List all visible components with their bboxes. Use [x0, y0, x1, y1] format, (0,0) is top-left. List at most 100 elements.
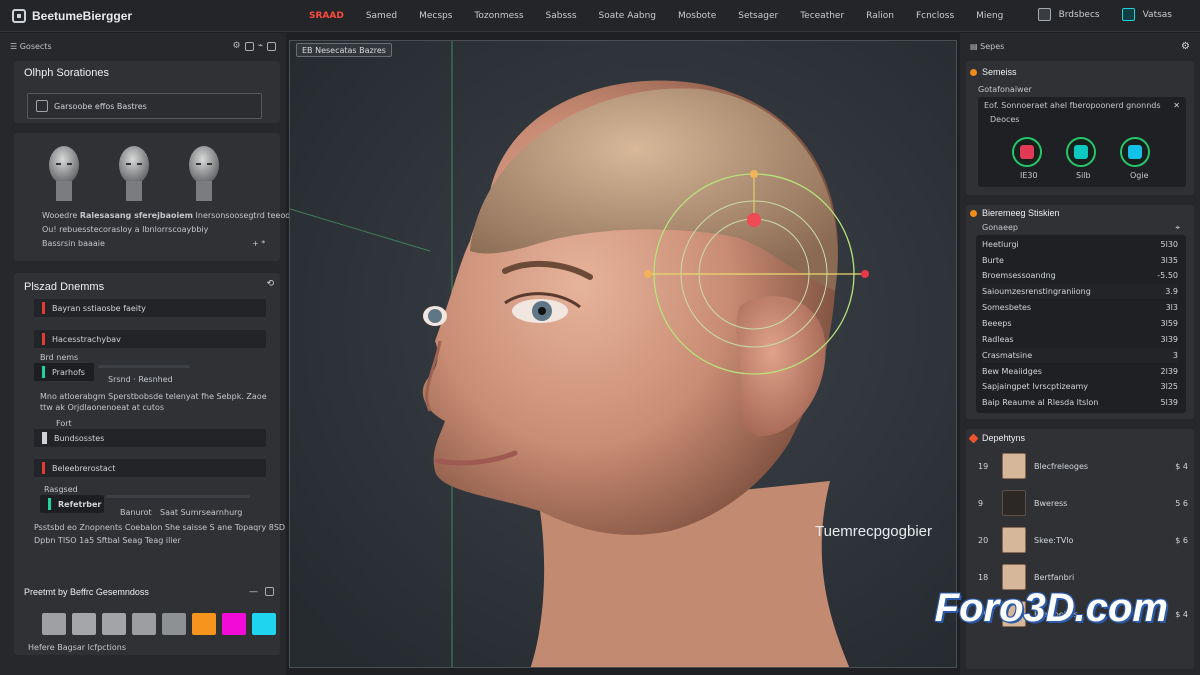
refresh-icon[interactable]: ⟲	[266, 279, 274, 289]
top-bar: BeetumeBiergger SRAAD Samed Mecsps Tozon…	[0, 0, 1200, 32]
menu-item-2[interactable]: Mecsps	[408, 11, 463, 21]
mesh-row[interactable]: 20 Skee:TVlo $ 6	[978, 525, 1188, 555]
source-input[interactable]: Garsoobe effos Bastres	[27, 93, 262, 119]
monitor-icon[interactable]	[1037, 8, 1051, 21]
menu-item-6[interactable]: Mosbote	[667, 11, 727, 21]
material-button-3[interactable]	[1120, 137, 1150, 167]
slider-track-2[interactable]	[106, 495, 250, 498]
menu-item-10[interactable]: Fcncloss	[905, 11, 965, 21]
mesh-row[interactable]: 19 Blecfreleoges $ 4	[978, 451, 1188, 481]
settings-icon[interactable]: ⚙	[1181, 41, 1190, 52]
setting-value: 5l39	[1160, 398, 1179, 407]
head-preset-3[interactable]	[182, 141, 226, 203]
menu-item-4[interactable]: Sabsss	[535, 11, 588, 21]
slider-track-1[interactable]	[98, 365, 190, 368]
setting-value: 3l35	[1160, 256, 1179, 265]
setting-row[interactable]: Somesbetes 3l3	[982, 300, 1178, 315]
swatch-6[interactable]	[192, 613, 216, 635]
viewport-overlay-text: Tuemrecpgogbier	[815, 523, 933, 540]
head-preset-list	[42, 141, 226, 203]
toggle-field-1[interactable]: Prarhofs	[34, 363, 94, 381]
menu-item-3[interactable]: Tozonmess	[463, 11, 534, 21]
setting-row[interactable]: Beeeps 3l59	[982, 316, 1178, 331]
right-panel-header: ▤ Sepes ⚙	[960, 33, 1200, 52]
setting-name: Radleas	[982, 335, 1014, 344]
minimize-icon[interactable]: —	[249, 587, 258, 597]
detail-label-c: Rasgsed	[44, 485, 78, 494]
setting-name: Baip Reaume al Rlesda ltslon	[982, 398, 1099, 407]
pin-icon[interactable]: ⌖	[1175, 223, 1180, 233]
setting-name: Bew Meaiidges	[982, 367, 1042, 376]
detail-item-2[interactable]: Hacesstrachybav	[34, 330, 266, 348]
menu-item-0[interactable]: SRAAD	[298, 11, 355, 21]
swatch-7[interactable]	[222, 613, 246, 635]
menu-item-9[interactable]: Ralion	[855, 11, 905, 21]
mesh-name: Bweress	[1034, 498, 1068, 508]
palette-card: Preetmt by Beffrc Gesemndoss — Hefere Ba…	[14, 579, 280, 655]
3d-viewport[interactable]: EB Nesecatas Bazres Tuemrecpgogbier	[289, 40, 957, 668]
swatch-1[interactable]	[42, 613, 66, 635]
right-panel: ▤ Sepes ⚙ Semeiss Gotafonaiwer Eof. Sonn…	[960, 33, 1200, 675]
material-swatch-icon	[1020, 145, 1034, 159]
mesh-row[interactable]: 9 Bweress 5 6	[978, 488, 1188, 518]
swatch-5[interactable]	[162, 613, 186, 635]
meshes-title-text: Depehtyns	[982, 433, 1026, 443]
detail-item-4[interactable]: Beleebrerostact	[34, 459, 266, 477]
detail-item-1-label: Bayran sstiaosbe faeity	[52, 303, 146, 313]
setting-row[interactable]: Broemsessoandng -5.50	[982, 268, 1178, 283]
setting-row[interactable]: Heetlurgi 5l30	[982, 237, 1178, 252]
materials-box: Eof. Sonnoeraet ahel fberopoonerd gnonnd…	[978, 97, 1186, 187]
menu-item-1[interactable]: Samed	[355, 11, 408, 21]
detail-item-4-label: Beleebrerostact	[52, 463, 116, 473]
window-icon[interactable]	[1121, 8, 1135, 21]
head-preset-2[interactable]	[112, 141, 156, 203]
link-icon[interactable]: ⌁	[258, 41, 263, 51]
slider-2-label-a: Banurot	[120, 508, 152, 517]
red-marker-icon	[42, 302, 45, 314]
meshes-card: Depehtyns 19 Blecfreleoges $ 4 9 Bweress 5 6…	[966, 429, 1194, 669]
setting-row[interactable]: Sapjaingpet lvrscptizeamy 3l25	[982, 379, 1178, 394]
head-info-line-2: Ou! rebuesstecorasloy a Ibnlorrscoaybbiy	[42, 225, 209, 234]
toggle-icon[interactable]	[244, 41, 254, 51]
mesh-thumbnail	[1002, 453, 1026, 479]
maximize-icon[interactable]	[265, 587, 274, 596]
add-preset-button[interactable]: + *	[252, 239, 265, 248]
detail-item-1[interactable]: Bayran sstiaosbe faeity	[34, 299, 266, 317]
slider-2-label-b: Saat Sumrsearnhurg	[160, 508, 243, 517]
swatch-8[interactable]	[252, 613, 276, 635]
setting-row[interactable]: Bew Meaiidges 2l39	[982, 364, 1178, 379]
setting-row[interactable]: Radleas 3l39	[982, 332, 1178, 347]
detail-item-2-label: Hacesstrachybav	[52, 334, 121, 344]
top-right-label-1[interactable]: Brdsbecs	[1059, 10, 1100, 20]
material-button-1[interactable]	[1012, 137, 1042, 167]
viewport-tab[interactable]: EB Nesecatas Bazres	[296, 43, 392, 57]
top-right-label-2[interactable]: Vatsas	[1143, 10, 1172, 20]
toggle-icon	[48, 498, 51, 510]
expand-icon[interactable]	[267, 41, 276, 51]
setting-row[interactable]: Crasmatsine 3	[982, 348, 1178, 363]
setting-row[interactable]: Saioumzesrenstingraniiong 3.9	[982, 284, 1178, 299]
head-preset-1[interactable]	[42, 141, 86, 203]
menu-item-5[interactable]: Soate Aabng	[588, 11, 667, 21]
menu-item-8[interactable]: Teceather	[789, 11, 855, 21]
mesh-thumbnail	[1002, 527, 1026, 553]
origin-card-title: Olhph Sorationes	[24, 67, 109, 79]
mesh-number: 19	[978, 461, 989, 471]
swatch-4[interactable]	[132, 613, 156, 635]
menu-item-11[interactable]: Mieng	[965, 11, 1014, 21]
app-logo: BeetumeBiergger	[0, 8, 280, 23]
orange-dot-icon	[970, 68, 977, 76]
setting-row[interactable]: Baip Reaume al Rlesda ltslon 5l39	[982, 395, 1178, 410]
swatch-3[interactable]	[102, 613, 126, 635]
setting-row[interactable]: Burte 3l35	[982, 253, 1178, 268]
swatch-2[interactable]	[72, 613, 96, 635]
toggle-field-2[interactable]: Refetrber	[40, 495, 104, 513]
close-icon[interactable]: ✕	[1173, 101, 1180, 110]
detail-item-3[interactable]: Bundsosstes	[34, 429, 266, 447]
material-button-2[interactable]	[1066, 137, 1096, 167]
materials-title: Semeiss	[970, 67, 1017, 77]
menu-item-7[interactable]: Setsager	[727, 11, 789, 21]
details-card: Plszad Dnemms ⟲ Bayran sstiaosbe faeity …	[14, 273, 285, 595]
head-info-b: Ralesasang sferejbaoiem	[79, 211, 193, 220]
settings-icon[interactable]: ⚙	[233, 41, 241, 51]
